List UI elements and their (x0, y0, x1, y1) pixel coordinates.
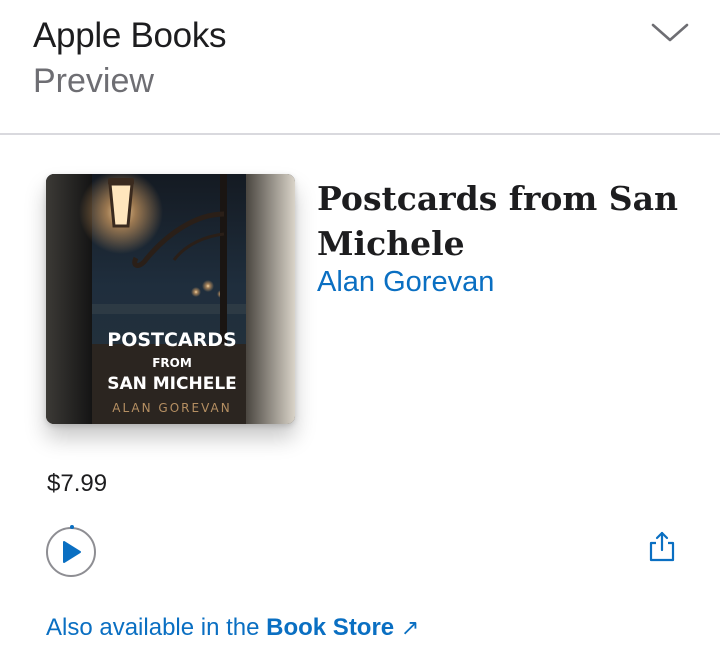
cover-author: ALAN GOREVAN (112, 401, 231, 415)
play-icon (63, 541, 81, 563)
price-label: $7.99 (47, 470, 108, 497)
chevron-down-icon[interactable] (650, 20, 690, 46)
book-store-prefix: Also available in the (46, 614, 267, 641)
play-sample-button[interactable] (46, 525, 96, 577)
app-subtitle: Preview (33, 62, 154, 100)
cover-line1: POSTCARDS (107, 329, 236, 351)
book-author-link[interactable]: Alan Gorevan (317, 266, 494, 299)
book-store-notice: Also available in the Book Store ↗ (46, 614, 419, 642)
cover-line2: FROM (152, 356, 192, 370)
book-cover[interactable]: POSTCARDS FROM SAN MICHELE ALAN GOREVAN (46, 174, 295, 424)
share-icon[interactable] (648, 530, 676, 562)
progress-indicator (70, 525, 74, 529)
app-title: Apple Books (33, 16, 227, 55)
external-arrow-icon[interactable]: ↗ (401, 615, 419, 640)
app-header: Apple Books Preview (0, 0, 720, 135)
book-title: Postcards from San Michele (317, 179, 678, 263)
book-store-link[interactable]: Book Store (266, 614, 394, 641)
cover-line3: SAN MICHELE (107, 374, 237, 394)
